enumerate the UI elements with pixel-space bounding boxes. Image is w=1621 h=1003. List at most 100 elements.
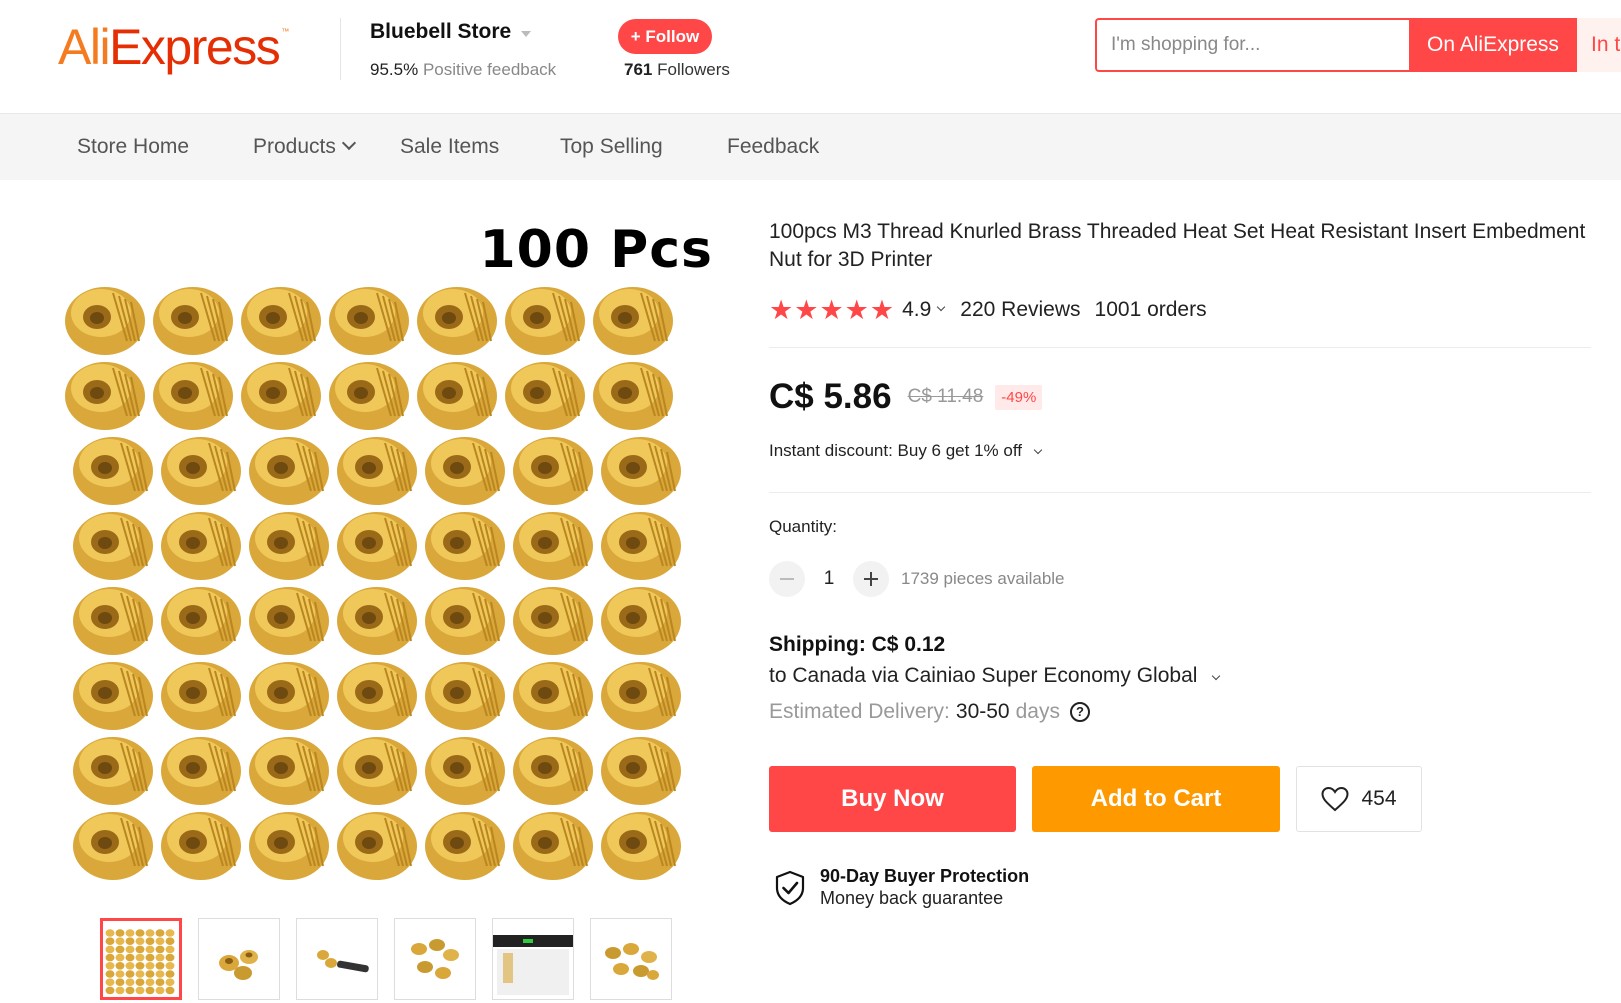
thumb-insert [115, 970, 125, 978]
plus-icon [870, 572, 872, 586]
brass-insert [505, 362, 585, 430]
brass-insert [161, 437, 241, 505]
thumb-insert [155, 953, 165, 962]
thumb-insert [165, 953, 175, 962]
brass-insert [601, 512, 681, 580]
brass-insert [337, 512, 417, 580]
quantity-increase-button[interactable] [853, 561, 889, 597]
brass-insert [65, 287, 145, 355]
thumb-insert [125, 962, 135, 970]
wishlist-button[interactable]: 454 [1296, 766, 1422, 832]
thumbnail-5[interactable] [492, 918, 574, 1000]
aliexpress-logo[interactable]: AliExpress ™ [58, 14, 289, 80]
current-price: C$ 5.86 [769, 377, 892, 416]
chevron-down-icon [341, 135, 356, 151]
nav-store-home[interactable]: Store Home [77, 114, 189, 180]
thumb-insert [105, 953, 115, 962]
thumb-insert [135, 986, 145, 995]
delivery-value: 30-50 [955, 700, 1010, 723]
store-dropdown-icon[interactable] [521, 31, 531, 37]
star-icon: ★ [794, 295, 819, 325]
logo-trademark: ™ [281, 27, 290, 36]
thumb-insert [115, 937, 125, 945]
thumbnail-1[interactable] [100, 918, 182, 1000]
search-box: On AliExpress In this store [1095, 18, 1621, 72]
brass-insert [425, 812, 505, 880]
thumb-heap-image [605, 943, 659, 980]
instant-discount[interactable]: Instant discount: Buy 6 get 1% off [769, 441, 1042, 461]
thumb-insert [145, 929, 155, 937]
shipping-method[interactable]: to Canada via Cainiao Super Economy Glob… [769, 664, 1221, 688]
chevron-down-icon[interactable] [937, 302, 946, 312]
thumb-insert [125, 929, 135, 937]
brass-insert [329, 362, 409, 430]
shipping-cost: Shipping: C$ 0.12 [769, 633, 946, 656]
thumb-insert [145, 978, 155, 986]
thumb-insert [105, 986, 115, 995]
brass-insert [425, 437, 505, 505]
add-to-cart-button[interactable]: Add to Cart [1032, 766, 1280, 832]
search-input[interactable] [1111, 20, 1401, 70]
heart-icon [1321, 786, 1349, 812]
brass-insert [73, 662, 153, 730]
nav-sale-items[interactable]: Sale Items [400, 114, 499, 180]
buy-now-button[interactable]: Buy Now [769, 766, 1016, 832]
protection-title: 90-Day Buyer Protection [820, 866, 1030, 886]
protection-subtitle: Money back guarantee [820, 888, 1004, 908]
brass-insert [73, 812, 153, 880]
rating-value[interactable]: 4.9 [902, 298, 931, 322]
thumb-insert [125, 978, 135, 986]
thumb-insert [135, 945, 145, 954]
search-in-store-button[interactable]: In this store [1577, 18, 1621, 72]
brass-insert [241, 287, 321, 355]
chevron-down-icon [1212, 671, 1221, 681]
search-on-aliexpress-button[interactable]: On AliExpress [1409, 18, 1577, 72]
thumbnail-6[interactable] [590, 918, 672, 1000]
star-icon: ★ [819, 295, 844, 325]
brass-insert [161, 812, 241, 880]
follow-button[interactable]: + Follow [618, 19, 712, 54]
store-feedback: 95.5% Positive feedback [370, 60, 556, 80]
protection-text: 90-Day Buyer Protection Money back guara… [820, 866, 1029, 909]
store-name[interactable]: Bluebell Store [370, 20, 511, 44]
brass-insert [601, 737, 681, 805]
nav-top-selling[interactable]: Top Selling [560, 114, 663, 180]
reviews-link[interactable]: 220 Reviews [960, 298, 1080, 322]
thumbnail-3[interactable] [296, 918, 378, 1000]
quantity-decrease-button[interactable] [769, 561, 805, 597]
thumb-insert [155, 945, 165, 954]
thumb-insert [145, 945, 155, 954]
thumb-insert [105, 962, 115, 970]
brass-inserts-image [65, 287, 681, 880]
thumbnail-2[interactable] [198, 918, 280, 1000]
thumb-insert [135, 937, 145, 945]
brass-insert [73, 512, 153, 580]
quantity-input[interactable] [805, 568, 853, 590]
nav-products[interactable]: Products [253, 114, 356, 180]
product-title: 100pcs M3 Thread Knurled Brass Threaded … [769, 220, 1586, 271]
brass-insert [425, 737, 505, 805]
main-product-image[interactable]: 100 Pcs [55, 210, 715, 910]
thumb-insert [115, 953, 125, 962]
brass-insert [425, 662, 505, 730]
thumb-soldering-image [317, 950, 369, 973]
thumb-insert [155, 978, 165, 986]
brass-insert [593, 362, 673, 430]
brass-insert [337, 812, 417, 880]
brass-insert [513, 587, 593, 655]
thumb-insert [135, 929, 145, 937]
thumb-insert [165, 978, 175, 986]
brass-insert [161, 662, 241, 730]
instant-discount-text: Instant discount: Buy 6 get 1% off [769, 441, 1022, 460]
brass-insert [249, 587, 329, 655]
help-icon[interactable]: ? [1069, 702, 1090, 722]
thumb-insert [165, 937, 175, 945]
thumbnail-4[interactable] [394, 918, 476, 1000]
nav-feedback[interactable]: Feedback [727, 114, 819, 180]
divider [769, 492, 1591, 493]
brass-insert [249, 512, 329, 580]
brass-insert [601, 662, 681, 730]
nav-label: Top Selling [560, 135, 663, 158]
shipping-method-text: to Canada via Cainiao Super Economy Glob… [769, 664, 1198, 687]
brass-insert [425, 587, 505, 655]
